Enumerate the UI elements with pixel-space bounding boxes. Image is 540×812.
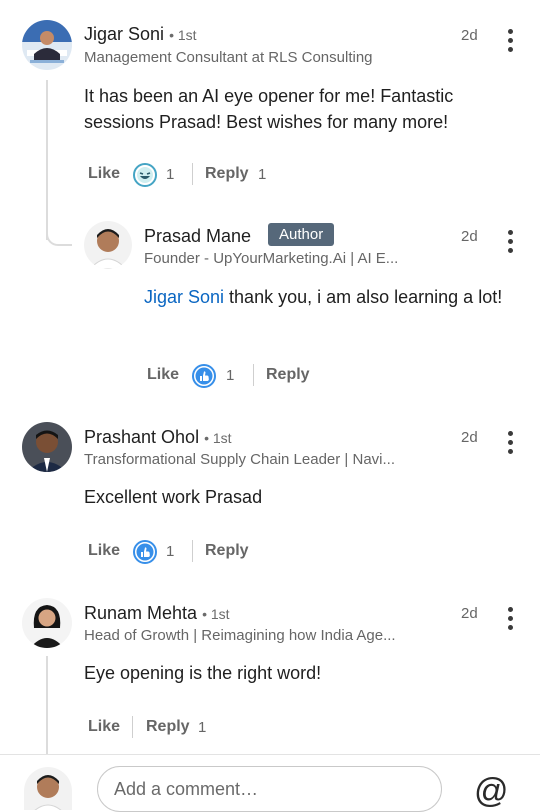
- comment-text: It has been an AI eye opener for me! Fan…: [84, 86, 454, 132]
- thread-line: [46, 80, 48, 240]
- reply-button[interactable]: Reply: [266, 366, 310, 384]
- comment-text: Eye opening is the right word!: [84, 663, 322, 683]
- commenter-name[interactable]: Runam Mehta • 1st: [84, 603, 230, 624]
- action-divider: [253, 364, 254, 386]
- avatar-photo: [84, 221, 132, 269]
- comment-text: Jigar Soni thank you, i am also learning…: [144, 284, 504, 310]
- avatar-photo: [22, 422, 72, 472]
- like-button[interactable]: Like: [88, 542, 120, 560]
- commenter-name[interactable]: Jigar Soni • 1st: [84, 24, 197, 45]
- reaction-count[interactable]: 1: [166, 166, 174, 183]
- more-options-icon[interactable]: [507, 230, 513, 257]
- connection-degree: • 1st: [204, 430, 232, 446]
- more-options-icon[interactable]: [507, 431, 513, 458]
- like-reaction-icon: [192, 364, 216, 393]
- like-button[interactable]: Like: [88, 718, 120, 736]
- more-options-icon[interactable]: [507, 607, 513, 634]
- author-badge: Author: [268, 223, 335, 246]
- commenter-name-text[interactable]: Runam Mehta: [84, 603, 197, 623]
- comment-text-body: thank you, i am also learning a lot!: [224, 287, 503, 307]
- commenter-name-text[interactable]: Jigar Soni: [84, 24, 164, 44]
- reaction-count[interactable]: 1: [166, 543, 174, 560]
- more-options-icon[interactable]: [507, 29, 513, 56]
- add-comment-input[interactable]: [97, 766, 442, 812]
- at-sign-icon[interactable]: @: [474, 772, 509, 811]
- comment-timestamp: 2d: [461, 228, 478, 245]
- funny-reaction-icon: [133, 163, 157, 192]
- avatar[interactable]: [22, 422, 72, 472]
- connection-degree: • 1st: [169, 27, 197, 43]
- commenter-name[interactable]: Prasad Mane: [144, 226, 251, 247]
- like-button[interactable]: Like: [147, 366, 179, 384]
- comment-text: Excellent work Prasad: [84, 487, 263, 507]
- reply-button[interactable]: Reply: [205, 542, 249, 560]
- connection-degree: • 1st: [202, 606, 230, 622]
- reply-count[interactable]: 1: [258, 166, 266, 183]
- like-reaction-icon: [133, 540, 157, 569]
- action-divider: [132, 716, 133, 738]
- avatar[interactable]: [84, 221, 132, 269]
- avatar-photo: [22, 20, 72, 70]
- reply-button[interactable]: Reply: [146, 718, 190, 736]
- reply-count[interactable]: 1: [198, 719, 206, 736]
- thread-line: [46, 656, 48, 754]
- commenter-headline: Transformational Supply Chain Leader | N…: [84, 451, 395, 468]
- avatar-photo: [24, 767, 72, 810]
- thread-connector: [46, 222, 72, 246]
- action-divider: [192, 540, 193, 562]
- comment-timestamp: 2d: [461, 27, 478, 44]
- reaction-count[interactable]: 1: [226, 367, 234, 384]
- commenter-name[interactable]: Prashant Ohol • 1st: [84, 427, 232, 448]
- reply-button[interactable]: Reply: [205, 165, 249, 183]
- commenter-headline: Head of Growth | Reimagining how India A…: [84, 627, 396, 644]
- commenter-name-text[interactable]: Prashant Ohol: [84, 427, 199, 447]
- action-divider: [192, 163, 193, 185]
- avatar[interactable]: [22, 598, 72, 648]
- comment-timestamp: 2d: [461, 429, 478, 446]
- avatar[interactable]: [22, 20, 72, 70]
- commenter-headline: Management Consultant at RLS Consulting: [84, 49, 373, 66]
- avatar-photo: [22, 598, 72, 648]
- current-user-avatar[interactable]: [24, 767, 72, 810]
- mention-link[interactable]: Jigar Soni: [144, 287, 224, 307]
- commenter-headline: Founder - UpYourMarketing.Ai | AI E...: [144, 250, 399, 267]
- like-button[interactable]: Like: [88, 165, 120, 183]
- comment-timestamp: 2d: [461, 605, 478, 622]
